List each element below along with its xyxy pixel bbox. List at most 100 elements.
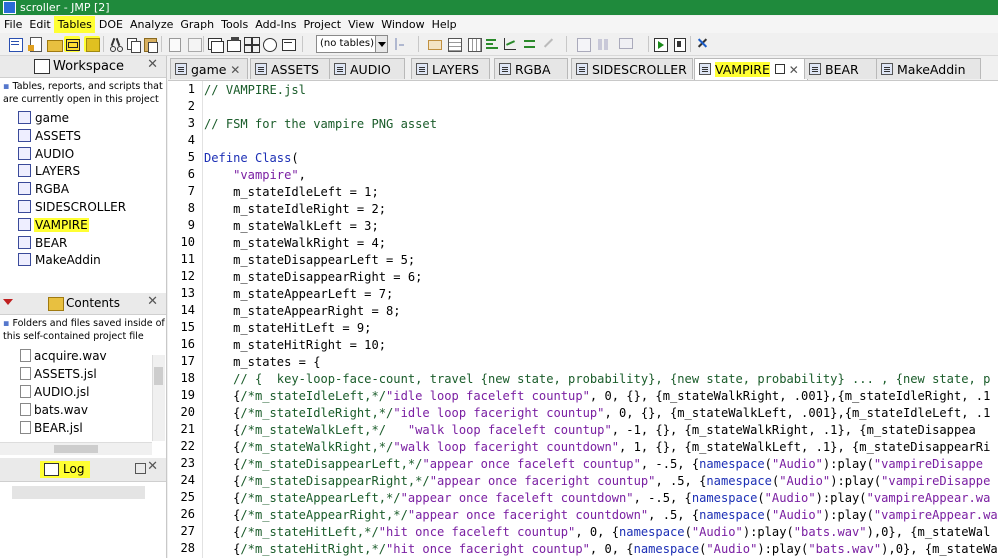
code-line[interactable]: {/*m_stateDisappearRight,*/"appear once … <box>204 473 990 490</box>
tools-icon[interactable] <box>694 36 710 52</box>
contents-item[interactable]: BEAR.jsl <box>20 419 107 437</box>
workspace-item-sidescroller[interactable]: SIDESCROLLER <box>18 199 127 217</box>
menu-project[interactable]: Project <box>299 16 344 33</box>
code-line[interactable]: "vampire", <box>204 167 306 184</box>
tab-assets[interactable]: ASSETS <box>250 58 330 79</box>
code-line[interactable]: {/*m_stateHitLeft,*/"hit once faceleft c… <box>204 524 990 541</box>
contents-item[interactable]: acquire.wav <box>20 347 107 365</box>
code-line[interactable]: m_stateIdleLeft = 1; <box>204 184 379 201</box>
workspace-item-rgba[interactable]: RGBA <box>18 181 127 199</box>
close-icon[interactable]: ✕ <box>147 459 158 474</box>
tab-vampire[interactable]: VAMPIRE ✕ <box>694 58 808 80</box>
columns-icon[interactable] <box>575 36 591 52</box>
workspace-item-vampire[interactable]: VAMPIRE <box>18 217 127 235</box>
menu-edit[interactable]: Edit <box>25 16 53 33</box>
code-line[interactable]: m_stateDisappearRight = 6; <box>204 269 422 286</box>
code-line[interactable]: {/*m_stateHitRight,*/"hit once faceright… <box>204 541 998 558</box>
menu-doe[interactable]: DOE <box>95 16 126 33</box>
workspace-item-assets[interactable]: ASSETS <box>18 128 127 146</box>
log-window-icon[interactable] <box>261 36 277 52</box>
workspace-item-makeaddin[interactable]: MakeAddin <box>18 252 127 270</box>
code-line[interactable]: // { key-loop-face-count, travel {new st… <box>204 371 990 388</box>
tab-rgba[interactable]: RGBA <box>494 58 568 79</box>
tab-sidescroller[interactable]: SIDESCROLLER <box>571 58 693 79</box>
workspace-item-layers[interactable]: LAYERS <box>18 163 127 181</box>
chevron-down-icon[interactable] <box>375 36 387 52</box>
report-icon[interactable] <box>280 36 296 52</box>
run-script-icon[interactable] <box>652 36 668 52</box>
log-area[interactable] <box>12 486 145 499</box>
summary-icon[interactable] <box>466 36 482 52</box>
paste-icon[interactable] <box>142 36 158 53</box>
contents-scrollbar-h[interactable] <box>0 442 152 455</box>
tab-makeaddin[interactable]: MakeAddin <box>876 58 981 79</box>
script-editor[interactable]: 1 2 3 4 5 6 7 8 9 10 11 12 13 14 15 16 17 18 19 20 21 22 23 24 2… <box>168 81 998 558</box>
code-line[interactable]: m_stateHitLeft = 9; <box>204 320 371 337</box>
code-area[interactable]: // VAMPIRE.jsl // FSM for the vampire PNG… <box>204 81 998 558</box>
code-line[interactable]: Define Class( <box>204 150 299 167</box>
code-line[interactable]: {/*m_stateWalkRight,*/"walk loop facerig… <box>204 439 990 456</box>
code-line[interactable]: m_stateAppearLeft = 7; <box>204 286 393 303</box>
new-table-icon[interactable] <box>7 36 23 52</box>
close-icon[interactable]: ✕ <box>785 63 799 77</box>
maximize-icon[interactable] <box>135 463 146 474</box>
close-icon[interactable]: ✕ <box>226 63 240 77</box>
save-icon[interactable] <box>84 36 100 52</box>
menu-file[interactable]: File <box>0 16 25 33</box>
layout-icon[interactable] <box>186 36 202 52</box>
new-script-icon[interactable] <box>27 36 43 52</box>
maximize-icon[interactable] <box>774 64 785 74</box>
tab-audio[interactable]: AUDIO <box>329 58 405 79</box>
journal-icon[interactable] <box>166 36 182 52</box>
menu-window[interactable]: Window <box>377 16 427 33</box>
collapse-icon[interactable] <box>3 299 13 310</box>
code-line[interactable]: m_stateDisappearLeft = 5; <box>204 252 415 269</box>
workspace-item-bear[interactable]: BEAR <box>18 235 127 253</box>
fit-model-icon[interactable] <box>522 36 538 52</box>
code-line[interactable]: {/*m_stateAppearRight,*/"appear once fac… <box>204 507 998 524</box>
code-line[interactable]: {/*m_stateIdleLeft,*/"idle loop faceleft… <box>204 388 990 405</box>
debug-script-icon[interactable] <box>671 36 687 52</box>
code-line[interactable]: m_stateWalkLeft = 3; <box>204 218 379 235</box>
home-window-icon[interactable] <box>225 36 241 52</box>
workspace-item-game[interactable]: game <box>18 110 127 128</box>
code-line[interactable]: m_stateAppearRight = 8; <box>204 303 400 320</box>
code-line[interactable]: {/*m_stateAppearLeft,*/"appear once face… <box>204 490 990 507</box>
contents-item[interactable]: bats.wav <box>20 401 107 419</box>
code-line[interactable]: m_states = { <box>204 354 320 371</box>
copy-icon[interactable] <box>125 36 141 53</box>
menu-graph[interactable]: Graph <box>176 16 217 33</box>
code-line[interactable]: m_stateIdleRight = 2; <box>204 201 386 218</box>
fit-y-by-x-icon[interactable] <box>502 36 518 52</box>
code-line[interactable]: // FSM for the vampire PNG asset <box>204 116 437 133</box>
menu-tools[interactable]: Tools <box>217 16 251 33</box>
tab-game[interactable]: game ✕ <box>170 58 248 79</box>
distribution-icon[interactable] <box>484 36 500 52</box>
rows-icon[interactable] <box>596 36 612 52</box>
subset-icon[interactable] <box>426 36 442 52</box>
code-line[interactable]: {/*m_stateIdleRight,*/"idle loop facerig… <box>204 405 990 422</box>
table-select-dropdown[interactable]: (no tables) <box>316 35 388 53</box>
contents-item[interactable]: AUDIO.jsl <box>20 383 107 401</box>
code-line[interactable]: m_stateHitRight = 10; <box>204 337 386 354</box>
code-line[interactable]: m_stateWalkRight = 4; <box>204 235 386 252</box>
cut-icon[interactable] <box>108 36 124 52</box>
arrange-windows-icon[interactable] <box>243 36 260 53</box>
select-rows-icon[interactable] <box>617 36 633 52</box>
code-line[interactable]: {/*m_stateDisappearLeft,*/"appear once f… <box>204 456 983 473</box>
code-line[interactable]: // VAMPIRE.jsl <box>204 82 306 99</box>
sort-icon[interactable] <box>390 36 406 52</box>
menu-analyze[interactable]: Analyze <box>126 16 176 33</box>
tabulate-icon[interactable] <box>446 36 462 52</box>
contents-item[interactable]: ASSETS.jsl <box>20 365 107 383</box>
close-icon[interactable]: ✕ <box>147 57 158 72</box>
window-list-icon[interactable] <box>207 36 224 53</box>
menu-view[interactable]: View <box>344 16 377 33</box>
contents-scrollbar-v[interactable] <box>152 355 165 441</box>
close-icon[interactable]: ✕ <box>147 294 158 309</box>
open-folder-icon[interactable] <box>46 36 63 52</box>
tab-layers[interactable]: LAYERS <box>411 58 490 79</box>
menu-tables[interactable]: Tables <box>53 16 95 33</box>
workspace-item-audio[interactable]: AUDIO <box>18 146 127 164</box>
code-line[interactable]: {/*m_stateWalkLeft,*/ "walk loop facelef… <box>204 422 976 439</box>
